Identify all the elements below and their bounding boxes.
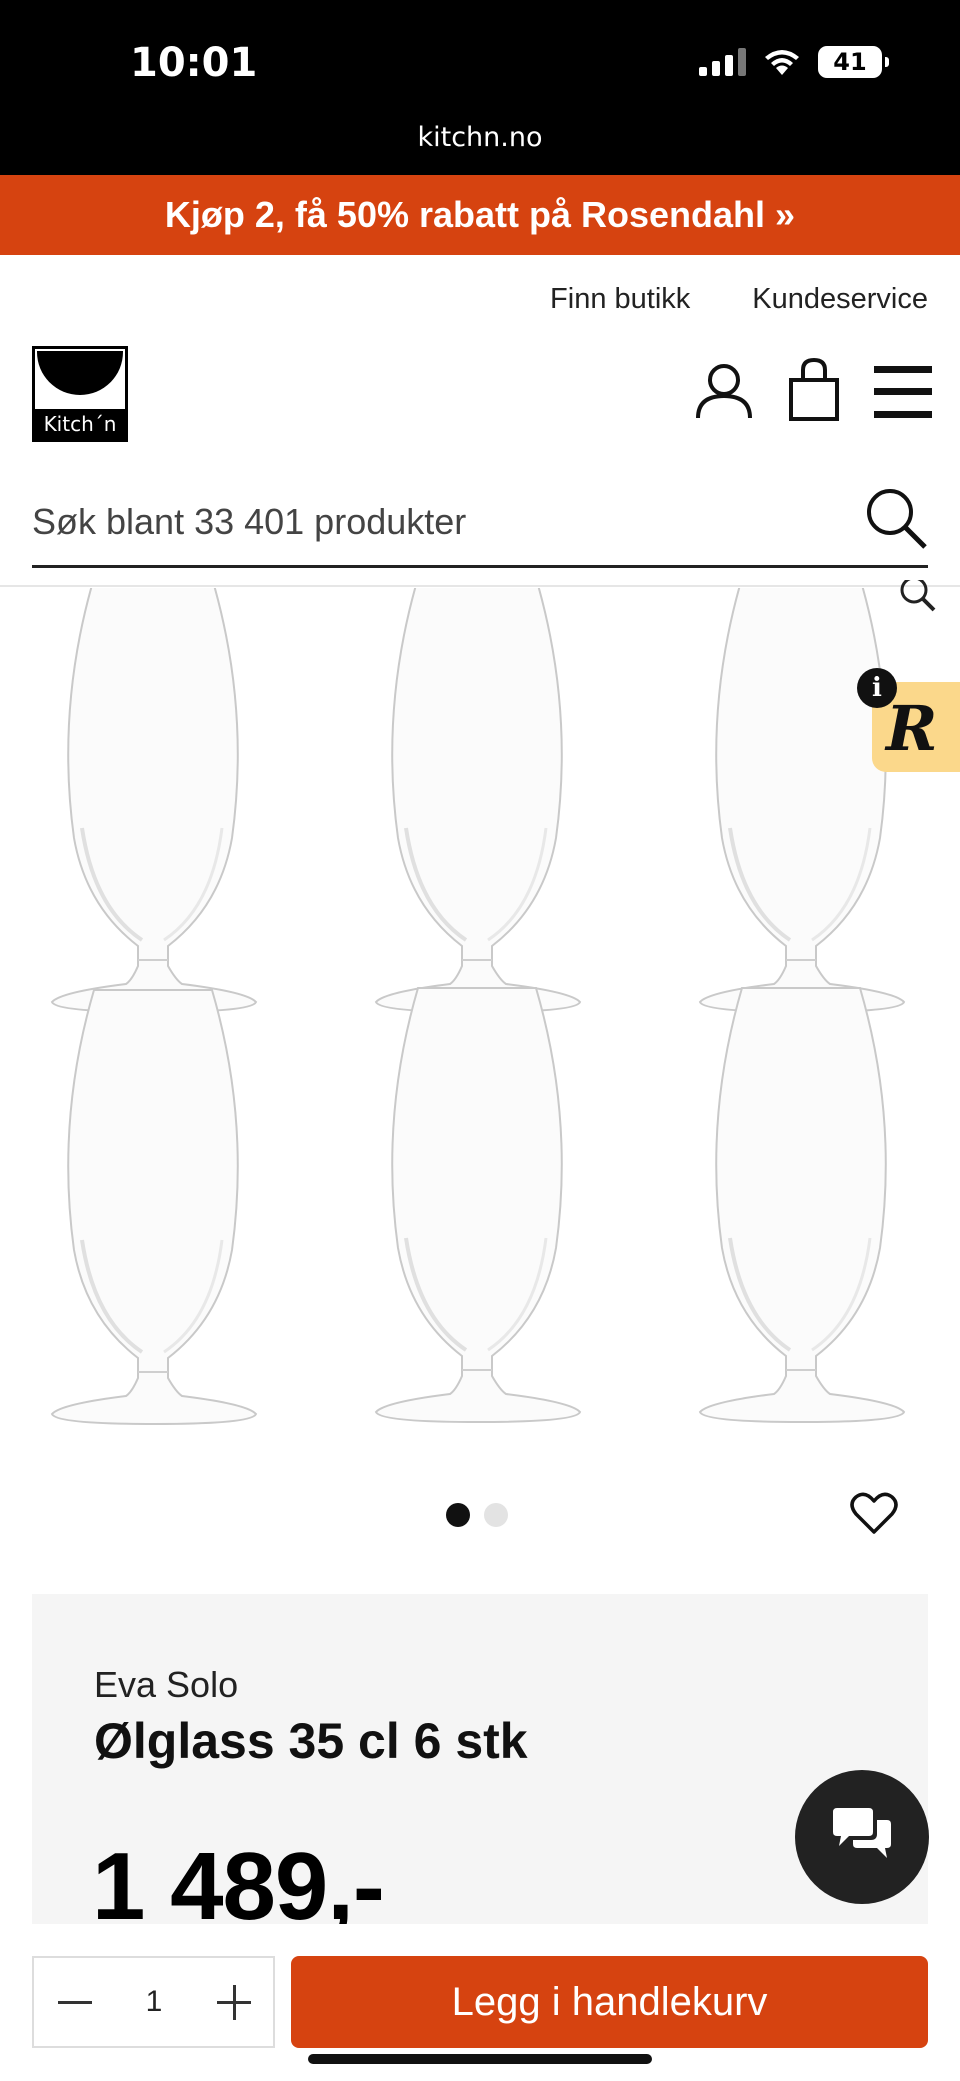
product-title: Ølglass 35 cl 6 stk — [94, 1713, 528, 1769]
decrease-quantity-button[interactable] — [34, 1958, 114, 2046]
search-icon[interactable] — [864, 486, 928, 550]
wifi-icon — [765, 50, 799, 75]
glass-image — [698, 986, 906, 1424]
quantity-value[interactable]: 1 — [114, 1958, 194, 2046]
signal-icon — [699, 48, 746, 76]
zoom-icon[interactable] — [898, 580, 938, 620]
product-image — [50, 588, 906, 1426]
search-input[interactable] — [32, 492, 852, 552]
glass-image — [374, 588, 582, 1014]
glass-image — [50, 988, 258, 1426]
kitchn-logo[interactable]: Kitch´n — [32, 346, 128, 442]
status-icons: 41 — [699, 46, 889, 78]
glass-image — [374, 986, 582, 1424]
gallery-pagination — [446, 1503, 508, 1527]
status-time: 10:01 — [130, 40, 258, 86]
find-store-link[interactable]: Finn butikk — [550, 283, 690, 316]
pagination-dot[interactable] — [484, 1503, 508, 1527]
heart-icon[interactable] — [850, 1492, 898, 1536]
header-divider — [0, 585, 960, 587]
info-icon[interactable]: i — [857, 668, 897, 708]
quantity-stepper: 1 — [32, 1956, 275, 2048]
home-indicator[interactable] — [308, 2054, 652, 2064]
logo-text: Kitch´n — [35, 409, 125, 439]
review-badge-letter: R — [886, 692, 938, 765]
user-icon[interactable] — [694, 362, 754, 420]
product-image-gallery[interactable] — [0, 588, 960, 1428]
cart-icon[interactable] — [788, 358, 840, 422]
logo-bowl-shape — [37, 351, 123, 395]
status-bar: 10:01 41 kitchn.no — [0, 0, 960, 175]
battery-icon: 41 — [818, 46, 889, 78]
menu-icon[interactable] — [874, 366, 932, 418]
add-to-cart-button[interactable]: Legg i handlekurv — [291, 1956, 928, 2048]
product-info-panel: Eva Solo Ølglass 35 cl 6 stk 1 489,- — [32, 1594, 928, 1940]
customer-service-link[interactable]: Kundeservice — [752, 283, 928, 316]
promo-banner[interactable]: Kjøp 2, få 50% rabatt på Rosendahl » — [0, 175, 960, 255]
header-links: Finn butikk Kundeservice — [550, 283, 928, 316]
increase-quantity-button[interactable] — [193, 1958, 273, 2046]
glass-image — [698, 588, 906, 1014]
product-brand[interactable]: Eva Solo — [94, 1664, 238, 1706]
chat-button[interactable] — [795, 1770, 929, 1904]
search-bar — [32, 480, 928, 568]
chat-icon — [833, 1808, 891, 1858]
browser-url[interactable]: kitchn.no — [0, 122, 960, 153]
pagination-dot[interactable] — [446, 1503, 470, 1527]
glass-image — [50, 588, 258, 1014]
